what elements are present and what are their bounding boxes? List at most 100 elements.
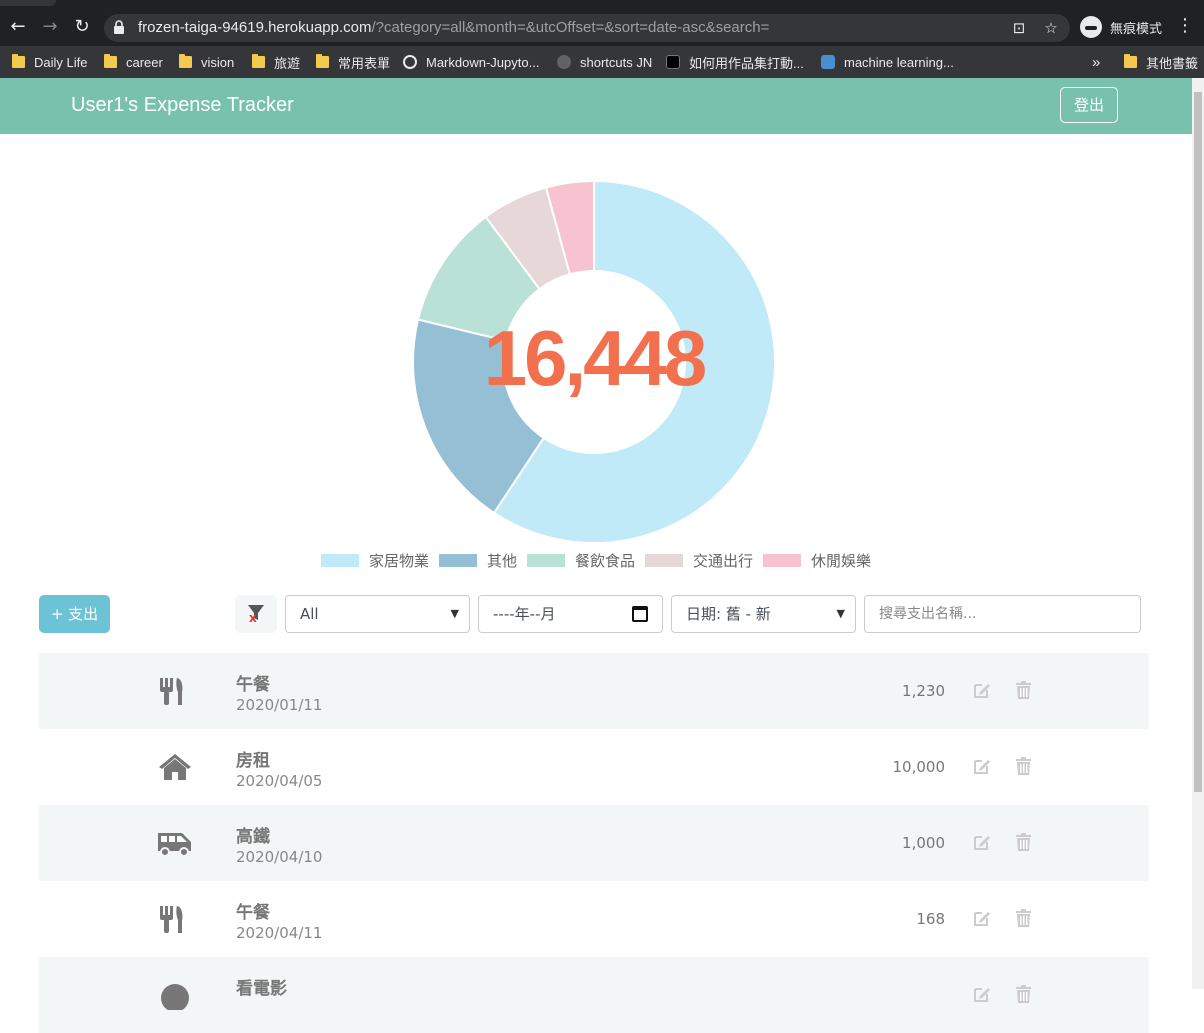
edit-icon[interactable] [973,909,991,927]
legend-label: 交通出行 [693,552,754,570]
trash-icon[interactable] [1016,757,1031,775]
incognito-indicator[interactable]: 無痕模式 [1080,15,1162,39]
menu-icon[interactable]: ⋮ [1176,15,1194,36]
shuttle-van-icon [157,828,193,858]
expense-name: 午餐 [236,675,270,695]
bookmark-vision[interactable]: vision [179,52,234,72]
bookmark-ml[interactable]: machine learning... [821,52,954,72]
bookmark-label: vision [201,54,235,70]
legend-swatch [526,554,565,567]
globe-icon [403,55,417,69]
expense-date: 2020/04/10 [236,848,323,866]
calendar-icon[interactable] [632,606,648,622]
edit-icon[interactable] [973,833,991,851]
expense-amount: 1,230 [902,682,945,700]
bookmark-label: 如何用作品集打動... [689,55,804,71]
url-path: /?category=all&month=&utcOffset=&sort=da… [371,19,770,36]
expense-date: 2020/04/05 [236,772,323,790]
legend-label: 餐飲食品 [574,552,635,570]
clear-x-icon: x [249,611,257,625]
app-brand[interactable]: User1's Expense Tracker [71,94,294,117]
scrollbar[interactable] [1192,78,1204,989]
bookmark-portfolio[interactable]: 如何用作品集打動... [666,52,804,72]
clear-filter-button[interactable]: x [235,595,277,633]
bookmark-label: shortcuts JN [580,54,653,70]
trash-icon[interactable] [1016,909,1031,927]
medium-icon [666,55,680,69]
expense-amount: 168 [916,910,945,928]
trash-icon[interactable] [1016,833,1031,851]
legend-item[interactable]: 家居物業 [320,550,429,571]
chevron-down-icon: ▼ [836,607,845,620]
logout-button[interactable]: 登出 [1060,87,1118,123]
incognito-label: 無痕模式 [1110,21,1163,37]
legend-label: 其他 [486,552,517,570]
bookmark-label: 常用表單 [338,55,391,71]
bookmark-label: career [126,54,163,70]
forward-icon[interactable]: → [38,15,62,39]
expense-amount: 10,000 [892,758,946,776]
month-input[interactable]: ----年--月 [478,595,663,633]
address-bar[interactable]: frozen-taiga-94619.herokuapp.com/?catego… [104,14,1070,42]
translate-icon[interactable]: ⊡ [1010,19,1028,37]
edit-icon[interactable] [973,757,991,775]
bookmark-label: Markdown-Jupyto... [426,54,540,70]
movie-icon [157,980,193,1012]
legend-swatch [320,554,359,567]
lock-icon [114,20,124,34]
bookmark-forms[interactable]: 常用表單 [316,52,390,72]
expense-row: 房租 2020/04/05 10,000 [39,729,1149,805]
folder-icon [179,54,192,68]
folder-icon [104,54,117,68]
utensils-icon [157,676,193,706]
browser-toolbar: ← → ↻ frozen-taiga-94619.herokuapp.com/?… [0,0,1204,46]
add-expense-button[interactable]: + 支出 [39,595,110,633]
legend-item[interactable]: 休閒娛樂 [763,550,871,571]
incognito-icon [1080,16,1102,38]
expense-row: 午餐 2020/04/11 168 [39,881,1149,957]
edit-icon[interactable] [973,985,991,1003]
bookmark-markdown[interactable]: Markdown-Jupyto... [403,52,539,72]
bookmark-daily-life[interactable]: Daily Life [12,52,87,72]
sort-select-value: 日期: 舊 - 新 [686,605,771,623]
bookmark-shortcuts[interactable]: shortcuts JN [557,52,652,72]
expense-date: 2020/01/11 [236,696,323,714]
search-placeholder: 搜尋支出名稱... [879,606,977,622]
bookmark-travel[interactable]: 旅遊 [252,52,300,72]
reload-icon[interactable]: ↻ [70,15,94,39]
folder-icon [12,54,25,68]
trash-icon[interactable] [1016,985,1031,1003]
star-icon[interactable]: ☆ [1042,19,1060,37]
folder-icon [1124,54,1137,68]
active-tab[interactable] [0,0,56,6]
chart-legend: 家居物業 其他 餐飲食品 交通出行 休閒娛樂 [0,550,1192,571]
expense-name: 高鐵 [236,827,270,847]
expense-amount: 1,000 [902,834,945,852]
legend-item[interactable]: 交通出行 [645,550,753,571]
tab-strip [0,0,1204,8]
back-icon[interactable]: ← [6,15,30,39]
edit-icon[interactable] [973,681,991,699]
legend-item[interactable]: 其他 [438,550,517,571]
bookmarks-bar: Daily Life career vision 旅遊 常用表單 Markdow… [0,46,1204,78]
category-select[interactable]: All ▼ [285,595,470,633]
scrollbar-thumb[interactable] [1194,92,1202,792]
bookmark-other[interactable]: 其他書籤 [1124,52,1198,72]
bookmark-label: 其他書籤 [1146,55,1199,71]
legend-item[interactable]: 餐飲食品 [526,550,635,571]
bookmark-career[interactable]: career [104,52,163,72]
app-navbar: User1's Expense Tracker 登出 [0,78,1192,134]
url-host: frozen-taiga-94619.herokuapp.com [138,19,372,36]
folder-icon [252,54,265,68]
expense-date: 2020/04/11 [236,924,323,942]
total-amount: 16,448 [483,314,708,402]
bookmarks-overflow-icon[interactable]: » [1092,52,1100,72]
search-input[interactable]: 搜尋支出名稱... [864,595,1141,633]
expense-name: 看電影 [236,979,287,999]
category-select-value: All [300,605,319,623]
home-icon [157,752,193,782]
legend-label: 家居物業 [368,552,429,570]
legend-swatch [645,554,683,567]
sort-select[interactable]: 日期: 舊 - 新 ▼ [671,595,856,633]
trash-icon[interactable] [1016,681,1031,699]
